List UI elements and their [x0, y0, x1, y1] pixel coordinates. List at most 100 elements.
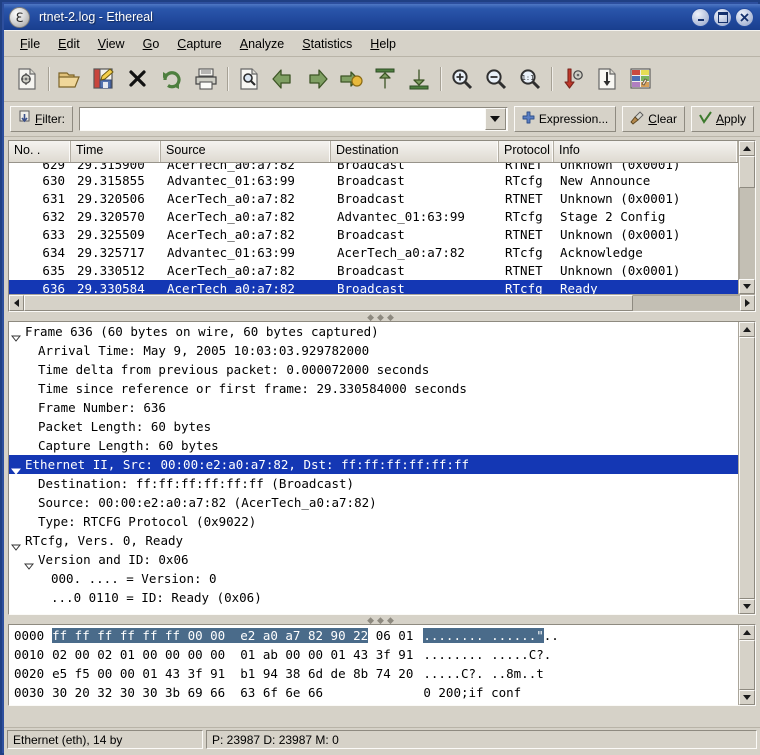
packet-detail-vscrollbar[interactable]: [738, 322, 755, 614]
go-to-last-icon[interactable]: [402, 62, 436, 96]
hex-dump-vscrollbar[interactable]: [738, 625, 755, 705]
expander-open-icon[interactable]: [9, 461, 22, 475]
hex-row[interactable]: 0010 02 00 02 01 00 00 00 00 01 ab 00 00 …: [9, 645, 738, 664]
filter-dropdown-button[interactable]: [484, 108, 506, 130]
scroll-thumb[interactable]: [739, 640, 755, 690]
find-packet-icon[interactable]: [232, 62, 266, 96]
detail-row[interactable]: Version and ID: 0x06: [9, 550, 738, 570]
column-header-destination[interactable]: Destination: [331, 141, 499, 162]
packet-list-rows[interactable]: 629 29.315900 AcerTech_a0:a7:82 Broadcast RT…: [9, 163, 738, 294]
close-button[interactable]: [735, 7, 754, 27]
scroll-thumb-h[interactable]: [24, 295, 633, 311]
zoom-out-icon[interactable]: [479, 62, 513, 96]
packet-row[interactable]: 634 29.325717 Advantec_01:63:99 AcerTech_a0…: [9, 244, 738, 262]
menu-item-capture[interactable]: Capture: [168, 35, 230, 53]
detail-row[interactable]: Capture Length: 60 bytes: [9, 436, 738, 455]
menu-item-go[interactable]: Go: [134, 35, 169, 53]
packet-row[interactable]: 630 29.315855 Advantec_01:63:99 Broadcast RT…: [9, 172, 738, 190]
filter-input[interactable]: [80, 110, 485, 128]
menu-item-file[interactable]: File: [11, 35, 49, 53]
menu-item-help[interactable]: Help: [361, 35, 405, 53]
filter-input-wrap[interactable]: [79, 107, 508, 131]
maximize-button[interactable]: [713, 7, 732, 27]
scroll-up-button[interactable]: [739, 141, 755, 156]
detail-row[interactable]: RTcfg, Vers. 0, Ready: [9, 531, 738, 551]
scroll-trough[interactable]: [739, 156, 755, 279]
go-back-icon[interactable]: [266, 62, 300, 96]
menu-item-edit[interactable]: Edit: [49, 35, 89, 53]
packet-list-hscrollbar[interactable]: [9, 294, 755, 311]
scroll-trough[interactable]: [739, 640, 755, 690]
expression-button[interactable]: Expression...: [513, 106, 617, 132]
scroll-thumb[interactable]: [739, 337, 755, 599]
go-to-first-icon[interactable]: [368, 62, 402, 96]
column-header-protocol[interactable]: Protocol: [499, 141, 554, 162]
column-header-time[interactable]: Time: [71, 141, 161, 162]
scroll-down-button[interactable]: [739, 599, 755, 614]
zoom-100-icon[interactable]: 1:1: [513, 62, 547, 96]
apply-button[interactable]: Apply: [690, 106, 754, 132]
detail-row[interactable]: Type: RTCFG Protocol (0x9022): [9, 512, 738, 531]
detail-row[interactable]: Ethernet II, Src: 00:00:e2:a0:a7:82, Dst…: [9, 455, 738, 475]
go-forward-icon[interactable]: [300, 62, 334, 96]
column-header-no[interactable]: No. .: [9, 141, 71, 162]
expander-open-icon[interactable]: [9, 537, 22, 551]
coloring-rules-icon[interactable]: [624, 62, 658, 96]
menu-item-view[interactable]: View: [89, 35, 134, 53]
minimize-button[interactable]: [691, 7, 710, 27]
detail-row[interactable]: 000. .... = Version: 0: [9, 569, 738, 588]
detail-row[interactable]: Time delta from previous packet: 0.00007…: [9, 360, 738, 379]
detail-row[interactable]: Frame 636 (60 bytes on wire, 60 bytes ca…: [9, 322, 738, 342]
detail-row[interactable]: Destination: ff:ff:ff:ff:ff:ff (Broadcas…: [9, 474, 738, 493]
packet-list-vscrollbar[interactable]: [738, 141, 755, 294]
scroll-right-button[interactable]: [740, 295, 755, 311]
scroll-up-button[interactable]: [739, 322, 755, 337]
packet-row[interactable]: 631 29.320506 AcerTech_a0:a7:82 Broadcast RT…: [9, 190, 738, 208]
save-as-icon[interactable]: [87, 62, 121, 96]
packet-row[interactable]: 633 29.325509 AcerTech_a0:a7:82 Broadcast RT…: [9, 226, 738, 244]
scroll-down-button[interactable]: [739, 279, 755, 294]
go-to-packet-icon[interactable]: [334, 62, 368, 96]
open-folder-icon[interactable]: [53, 62, 87, 96]
detail-row[interactable]: Time since reference or first frame: 29.…: [9, 379, 738, 398]
display-filters-icon[interactable]: [590, 62, 624, 96]
capture-filters-icon[interactable]: [556, 62, 590, 96]
detail-row[interactable]: Packet Length: 60 bytes: [9, 417, 738, 436]
scroll-trough-h[interactable]: [24, 295, 740, 311]
hex-row[interactable]: 0030 30 20 32 30 30 3b 69 66 63 6f 6e 66 …: [9, 683, 738, 702]
clear-button[interactable]: Clear: [622, 106, 685, 132]
scroll-left-button[interactable]: [9, 295, 24, 311]
menu-item-analyze[interactable]: Analyze: [231, 35, 293, 53]
detail-row[interactable]: Arrival Time: May 9, 2005 10:03:03.92978…: [9, 341, 738, 360]
pane-divider-lower[interactable]: ◆◆◆: [8, 615, 756, 624]
detail-row[interactable]: Source: 00:00:e2:a0:a7:82 (AcerTech_a0:a…: [9, 493, 738, 512]
filter-button[interactable]: Filter:: [10, 106, 74, 132]
hex-dump-rows[interactable]: 0000 ff ff ff ff ff ff 00 00 e2 a0 a7 82 …: [9, 625, 738, 705]
packet-row[interactable]: 629 29.315900 AcerTech_a0:a7:82 Broadcast RT…: [9, 163, 738, 172]
column-header-source[interactable]: Source: [161, 141, 331, 162]
detail-row[interactable]: Frame Number: 636: [9, 398, 738, 417]
scroll-trough[interactable]: [739, 337, 755, 599]
print-icon[interactable]: [189, 62, 223, 96]
expander-open-icon[interactable]: [22, 556, 35, 570]
detail-row-label: Arrival Time: May 9, 2005 10:03:03.92978…: [38, 343, 370, 358]
close-file-icon[interactable]: [121, 62, 155, 96]
packet-detail-tree[interactable]: Frame 636 (60 bytes on wire, 60 bytes ca…: [9, 322, 738, 614]
packet-row[interactable]: 632 29.320570 AcerTech_a0:a7:82 Advantec_01…: [9, 208, 738, 226]
pane-divider-upper[interactable]: ◆◆◆: [8, 312, 756, 321]
menu-item-statistics[interactable]: Statistics: [293, 35, 361, 53]
hex-row[interactable]: 0000 ff ff ff ff ff ff 00 00 e2 a0 a7 82 …: [9, 626, 738, 645]
reload-icon[interactable]: [155, 62, 189, 96]
packet-cell-source: AcerTech_a0:a7:82: [167, 263, 295, 278]
new-capture-icon[interactable]: [10, 62, 44, 96]
scroll-up-button[interactable]: [739, 625, 755, 640]
packet-row[interactable]: 636 29.330584 AcerTech_a0:a7:82 Broadcast RT…: [9, 280, 738, 294]
detail-row[interactable]: ...0 0110 = ID: Ready (0x06): [9, 588, 738, 607]
scroll-down-button[interactable]: [739, 690, 755, 705]
hex-row[interactable]: 0020 e5 f5 00 00 01 43 3f 91 b1 94 38 6d …: [9, 664, 738, 683]
scroll-thumb[interactable]: [739, 156, 755, 188]
column-header-info[interactable]: Info: [554, 141, 738, 162]
zoom-in-icon[interactable]: [445, 62, 479, 96]
packet-row[interactable]: 635 29.330512 AcerTech_a0:a7:82 Broadcast RT…: [9, 262, 738, 280]
expander-open-icon[interactable]: [9, 328, 22, 342]
